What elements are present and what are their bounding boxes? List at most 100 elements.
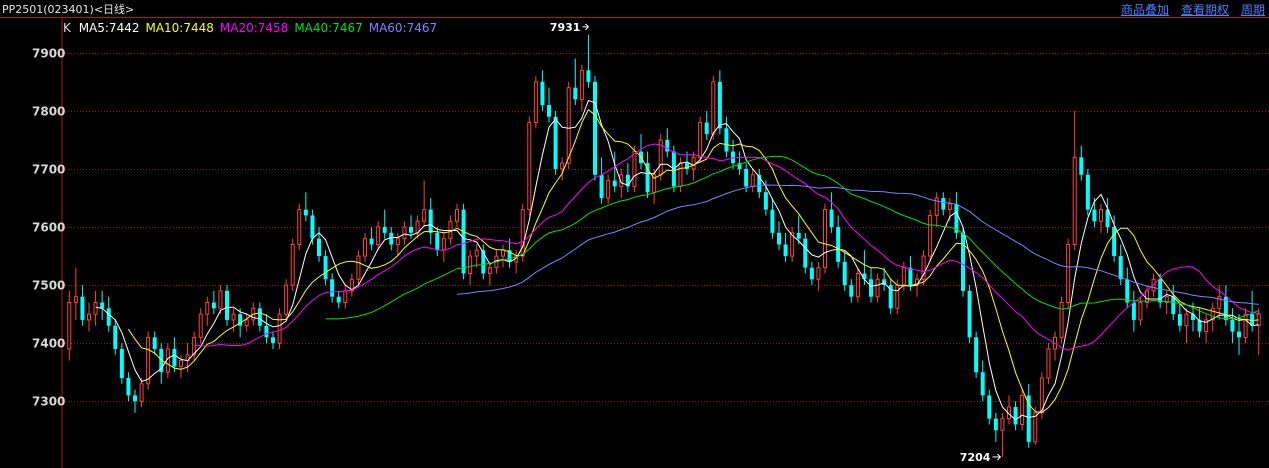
candle-body-up: [566, 87, 571, 164]
candle-body-up: [901, 267, 906, 286]
overlay-commodity-link[interactable]: 商品叠加: [1121, 3, 1169, 17]
candle-body-down: [271, 337, 275, 344]
candle-body-down: [829, 209, 834, 228]
candle-body-down: [1079, 157, 1084, 175]
candle-body-down: [777, 232, 781, 245]
candle-body-up: [533, 81, 538, 124]
candle-body-down: [1177, 314, 1182, 326]
candle-body-down: [323, 256, 328, 280]
candle-body-down: [586, 70, 591, 82]
candle-body-down: [744, 168, 749, 187]
candle-body-down: [303, 209, 308, 216]
candle-body-down: [310, 215, 315, 239]
candle-body-up: [632, 151, 637, 187]
candle-body-down: [389, 232, 394, 245]
candle-body-up: [290, 243, 295, 286]
candle-body-down: [119, 348, 124, 378]
candle-body-up: [343, 290, 348, 304]
candle-body-down: [126, 378, 131, 396]
legend-item-ma20: MA20:7458: [220, 21, 288, 35]
candle-body-down: [481, 250, 486, 274]
ma-line-ma5: [95, 99, 1259, 421]
candle-body-down: [330, 279, 335, 297]
candle-body-down: [809, 267, 814, 280]
candle-body-down: [211, 302, 216, 309]
ma-legend: K MA5:7442 MA10:7448 MA20:7458 MA40:7467 MA6…: [63, 21, 437, 35]
candle-body-down: [724, 128, 729, 152]
candle-body-down: [1131, 302, 1136, 320]
candle-body-down: [1112, 227, 1117, 257]
header-menu: 商品叠加 查看期权 周期: [1109, 1, 1265, 18]
candle-body-down: [317, 238, 321, 257]
candle-body-down: [435, 232, 440, 251]
candle-body-up: [855, 272, 860, 298]
y-tick-label: 7700: [32, 163, 65, 177]
candle-body-up: [606, 180, 611, 199]
candle-body-up: [139, 383, 144, 402]
candle-body-down: [1171, 296, 1176, 315]
candle-body-up: [947, 203, 952, 211]
candle-body-up: [422, 209, 427, 222]
candle-body-up: [750, 174, 755, 187]
period-link[interactable]: 周期: [1241, 3, 1265, 17]
candle-body-up: [376, 226, 381, 245]
candle-body-down: [908, 267, 913, 286]
candle-body-down: [612, 180, 617, 187]
candle-body-down: [1230, 319, 1235, 332]
candle-body-up: [297, 209, 302, 245]
candle-body-down: [80, 296, 85, 320]
candle-body-up: [816, 267, 821, 280]
candle-body-up: [356, 255, 361, 280]
candle-body-down: [225, 290, 229, 320]
candle-body-up: [1033, 412, 1038, 443]
candle-body-down: [803, 238, 808, 268]
candle-body-down: [336, 296, 341, 303]
high-marker-label: 7931: [550, 21, 581, 34]
candle-body-down: [849, 285, 854, 297]
candle-body-down: [1125, 279, 1130, 303]
candle-body-up: [67, 302, 72, 350]
candle-body-up: [1059, 302, 1064, 338]
ma-line-ma20: [194, 143, 1259, 351]
candle-body-down: [941, 198, 946, 210]
candle-body-up: [363, 238, 367, 257]
candle-body-down: [1237, 331, 1241, 338]
legend-item-ma10: MA10:7448: [145, 21, 213, 35]
candle-body-up: [1072, 156, 1077, 245]
candle-body-down: [547, 105, 551, 117]
candle-body-up: [179, 360, 183, 367]
candle-body-up: [205, 302, 210, 315]
candle-body-down: [974, 337, 979, 373]
candle-body-down: [987, 395, 992, 419]
candle-body-down: [573, 87, 578, 100]
candle-body-up: [691, 156, 696, 170]
candle-body-up: [277, 313, 282, 344]
candle-body-down: [1085, 174, 1090, 210]
candle-body-up: [1243, 313, 1248, 338]
candle-body-down: [980, 372, 985, 396]
view-options-link[interactable]: 查看期权: [1181, 3, 1229, 17]
candle-body-up: [455, 209, 459, 222]
candle-body-up: [474, 249, 479, 257]
candle-body-down: [409, 227, 413, 233]
candle-body-up: [875, 278, 880, 298]
candlestick-chart[interactable]: 7300 7400 7500 7600 7700 7800 7900 K MA5:7442 MA…: [0, 18, 1269, 468]
candle-body-down: [763, 192, 768, 210]
candle-body-down: [842, 261, 847, 286]
candle-body-down: [461, 209, 466, 274]
instrument-title: PP2501(023401)<日线>: [2, 3, 135, 16]
y-tick-label: 7800: [32, 105, 65, 119]
candle-body-up: [1020, 394, 1025, 425]
candle-body-down: [264, 325, 269, 338]
candle-body-down: [1092, 209, 1097, 222]
candle-body-down: [836, 227, 841, 262]
candle-body-up: [1099, 209, 1103, 222]
candle-body-down: [967, 290, 972, 338]
candle-body-down: [106, 308, 111, 326]
candle-body-up: [468, 255, 473, 274]
low-marker-label: 7204: [960, 451, 991, 464]
candle-body-up: [527, 122, 532, 211]
candle-body-up: [93, 302, 98, 315]
candle-body-up: [1066, 243, 1071, 304]
candle-body-down: [100, 302, 105, 309]
